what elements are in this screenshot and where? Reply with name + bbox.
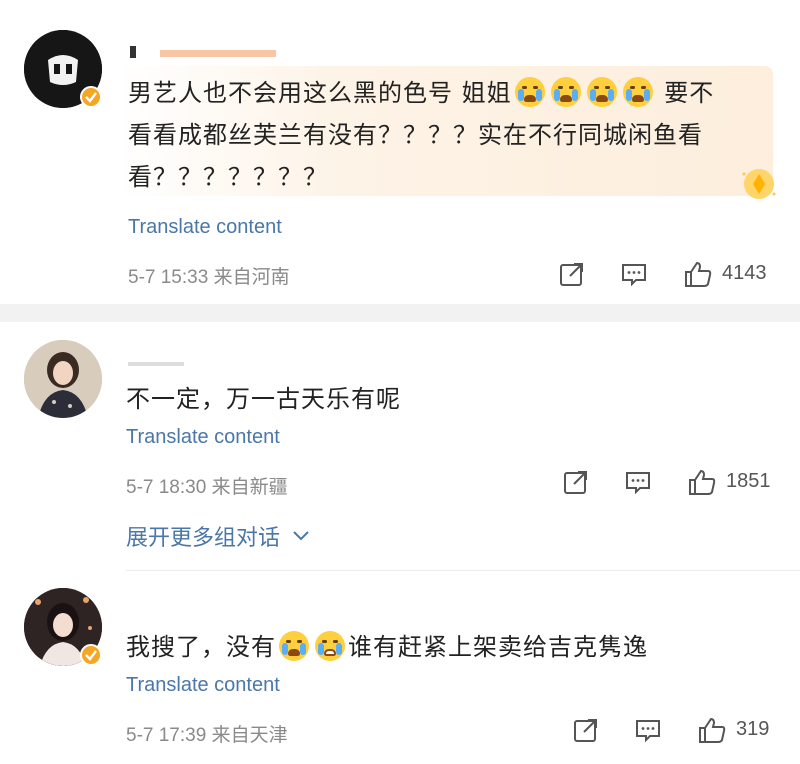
comment-actions: 319 bbox=[572, 716, 782, 746]
comment-1: 男艺人也不会用这么黑的色号 姐姐 要不 看看成都丝芙兰有没有？？？？实在不行同城… bbox=[0, 0, 800, 300]
chevron-down-icon bbox=[293, 531, 309, 541]
share-icon[interactable] bbox=[558, 260, 586, 288]
comment-text: 不一定，万一古天乐有呢 bbox=[126, 385, 401, 413]
translate-link[interactable]: Translate content bbox=[128, 216, 282, 239]
like-icon[interactable] bbox=[687, 468, 717, 496]
username[interactable] bbox=[128, 354, 188, 368]
share-icon[interactable] bbox=[562, 468, 590, 496]
comment-time: 5-7 17:39 bbox=[126, 725, 207, 746]
crying-emoji bbox=[622, 77, 653, 107]
medal-icon bbox=[742, 169, 776, 199]
comment-location: 来自河南 bbox=[213, 267, 290, 288]
comment-actions: 1851 bbox=[562, 468, 782, 498]
expand-conversation-link[interactable]: 展开更多组对话 bbox=[126, 520, 311, 552]
comment-text-line2: 看看成都丝芙兰有没有？？？？实在不行同城闲鱼看 bbox=[128, 121, 703, 149]
comment-text-line3: 看？？？？？？？ bbox=[128, 163, 328, 191]
comment-2: 不一定，万一古天乐有呢 Translate content 5-7 18:30 … bbox=[0, 322, 800, 572]
comment-meta: 5-7 18:30 来自新疆 bbox=[126, 472, 288, 499]
comment-text-after: 谁有赶紧上架卖给吉克隽逸 bbox=[348, 633, 648, 661]
comment-text-line1-tail: 要不 bbox=[664, 79, 715, 107]
comment-time: 5-7 15:33 bbox=[128, 267, 209, 288]
comment-location: 来自新疆 bbox=[211, 477, 288, 498]
comment-time: 5-7 18:30 bbox=[126, 477, 207, 498]
section-divider bbox=[0, 304, 800, 322]
verified-badge-icon bbox=[80, 86, 102, 108]
expand-conversation-label: 展开更多组对话 bbox=[126, 526, 281, 551]
comment-meta: 5-7 17:39 来自天津 bbox=[126, 720, 288, 747]
translate-link[interactable]: Translate content bbox=[126, 674, 280, 697]
comment-meta: 5-7 15:33 来自河南 bbox=[128, 262, 290, 289]
comment-text-before: 我搜了，没有 bbox=[126, 633, 276, 661]
username[interactable] bbox=[128, 44, 276, 58]
comment-location: 来自天津 bbox=[211, 725, 288, 746]
crying-emoji bbox=[586, 77, 617, 107]
like-count: 4143 bbox=[722, 262, 767, 284]
like-icon[interactable] bbox=[683, 260, 713, 288]
like-icon[interactable] bbox=[697, 716, 727, 744]
crying-emoji bbox=[279, 631, 309, 661]
like-count: 319 bbox=[736, 718, 770, 740]
translate-link[interactable]: Translate content bbox=[126, 426, 280, 449]
comment-icon[interactable] bbox=[624, 468, 652, 496]
comment-icon[interactable] bbox=[634, 716, 662, 744]
comment-text-line1: 男艺人也不会用这么黑的色号 姐姐 bbox=[128, 79, 512, 107]
comment-text: 男艺人也不会用这么黑的色号 姐姐 要不 看看成都丝芙兰有没有？？？？实在不行同城… bbox=[128, 72, 773, 198]
comment-text: 我搜了，没有 谁有赶紧上架卖给吉克隽逸 bbox=[126, 626, 648, 668]
comment-actions: 4143 bbox=[558, 260, 778, 290]
laughing-tears-emoji bbox=[315, 631, 345, 661]
avatar[interactable] bbox=[24, 340, 102, 418]
comment-icon[interactable] bbox=[620, 260, 648, 288]
crying-emoji bbox=[550, 77, 581, 107]
comment-3: 我搜了，没有 谁有赶紧上架卖给吉克隽逸 Translate content 5-7… bbox=[0, 572, 800, 764]
like-count: 1851 bbox=[726, 470, 771, 492]
share-icon[interactable] bbox=[572, 716, 600, 744]
section-divider bbox=[126, 570, 800, 571]
verified-badge-icon bbox=[80, 644, 102, 666]
crying-emoji bbox=[514, 77, 545, 107]
